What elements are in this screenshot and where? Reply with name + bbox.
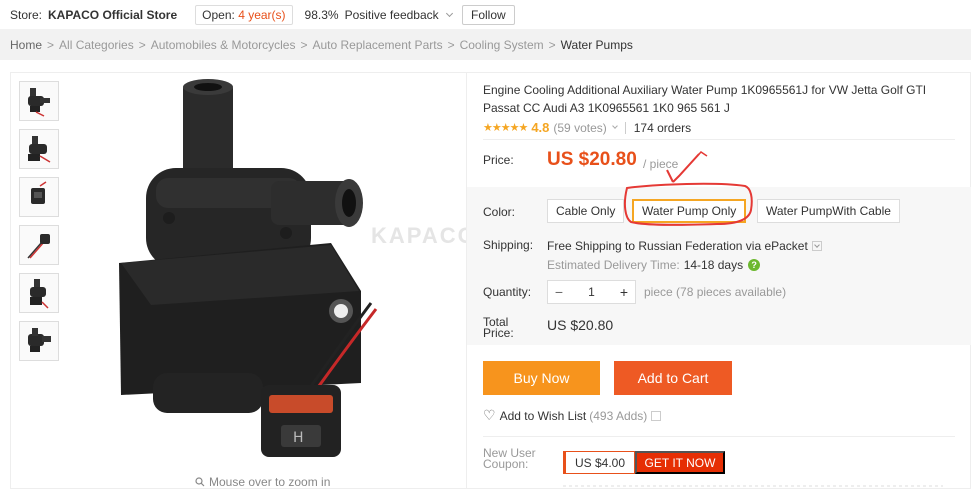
coupon-label-line2: Coupon: xyxy=(483,457,529,471)
breadcrumb-separator: > xyxy=(47,37,55,52)
shipping-label: Shipping: xyxy=(483,238,534,252)
product-gallery: H KAPACO Mouse over to zoom in xyxy=(10,72,475,489)
plus-icon[interactable]: + xyxy=(613,284,635,300)
minus-icon[interactable]: − xyxy=(548,284,570,300)
total-price-value: US $20.80 xyxy=(547,317,614,333)
watermark-text: KAPACO xyxy=(371,223,477,248)
store-bar: Store: KAPACO Official Store Open: 4 yea… xyxy=(0,0,971,29)
delivery-label: Estimated Delivery Time: xyxy=(547,258,680,272)
price-label: Price: xyxy=(483,153,514,167)
cable-thumbnail-image xyxy=(27,234,50,259)
breadcrumb-auto-parts[interactable]: Auto Replacement Parts xyxy=(313,38,443,52)
color-option-cable-only[interactable]: Cable Only xyxy=(547,199,625,223)
shipping-text: Free Shipping to Russian Federation via … xyxy=(547,239,808,253)
magnifier-icon xyxy=(195,477,205,487)
open-prefix: Open: xyxy=(202,7,235,22)
breadcrumb: Home > All Categories > Automobiles & Mo… xyxy=(0,29,971,60)
divider-line xyxy=(483,436,955,437)
total-label-line2: Price: xyxy=(483,326,514,340)
zoom-hint-text: Mouse over to zoom in xyxy=(209,475,331,489)
feedback-dropdown[interactable]: Positive feedback xyxy=(344,7,454,22)
breadcrumb-automobiles[interactable]: Automobiles & Motorcycles xyxy=(151,38,296,52)
thumbnail-connector[interactable] xyxy=(19,177,59,217)
coupon-label: New User Coupon: xyxy=(483,447,543,471)
orders-count: 174 orders xyxy=(633,120,692,135)
divider-line xyxy=(483,139,955,140)
wishlist-adds: (493 Adds) xyxy=(589,408,648,423)
quantity-label: Quantity: xyxy=(483,285,532,299)
rating-value: 4.8 xyxy=(531,120,550,135)
svg-text:H: H xyxy=(293,430,304,446)
follow-button[interactable]: Follow xyxy=(461,4,515,25)
store-name-link[interactable]: KAPACO Official Store xyxy=(48,8,177,22)
chevron-down-icon xyxy=(811,241,822,251)
wishlist-text: Add to Wish List xyxy=(499,408,587,423)
color-label: Color: xyxy=(483,205,516,219)
add-to-cart-button[interactable]: Add to Cart xyxy=(614,361,732,395)
store-label: Store: xyxy=(10,7,43,22)
coupon-amount: US $4.00 xyxy=(563,451,635,474)
shipping-option[interactable]: Free Shipping to Russian Federation via … xyxy=(547,239,822,253)
pump-thumbnail-image xyxy=(28,136,51,163)
buy-now-button[interactable]: Buy Now xyxy=(483,361,600,395)
star-rating-icon: ★★★★★ xyxy=(483,122,528,134)
thumbnail-strip xyxy=(19,81,59,369)
add-to-wishlist[interactable]: ♡ Add to Wish List (493 Adds) xyxy=(483,407,662,424)
pump-thumbnail-image xyxy=(28,328,51,352)
rating-divider xyxy=(624,121,626,134)
pump-thumbnail-image xyxy=(30,279,49,309)
breadcrumb-separator: > xyxy=(138,37,146,52)
pump-thumbnail-image xyxy=(28,88,50,117)
breadcrumb-separator: > xyxy=(548,37,556,52)
quantity-available: piece (78 pieces available) xyxy=(644,285,787,299)
chevron-down-icon xyxy=(445,9,454,17)
thumbnail-cable[interactable] xyxy=(19,225,59,265)
help-icon[interactable]: ? xyxy=(748,259,761,271)
quantity-stepper: − 1 + xyxy=(547,280,636,304)
main-product-image[interactable]: H xyxy=(71,73,466,473)
breadcrumb-separator: > xyxy=(447,37,455,52)
delivery-estimate: Estimated Delivery Time: 14-18 days ? xyxy=(547,258,761,272)
connector-thumbnail-image xyxy=(31,181,47,204)
dashed-separator xyxy=(563,485,943,487)
votes-link[interactable]: (59 votes) xyxy=(553,121,606,135)
rating-row: ★★★★★ 4.8 (59 votes) 174 orders xyxy=(483,120,691,135)
color-option-pump-with-cable[interactable]: Water PumpWith Cable xyxy=(757,199,900,223)
thumbnail-pump-4[interactable] xyxy=(19,321,59,361)
store-open-badge: Open: 4 year(s) xyxy=(195,4,293,25)
quantity-input[interactable]: 1 xyxy=(570,285,613,299)
feedback-percent: 98.3% xyxy=(304,7,339,22)
product-title: Engine Cooling Additional Auxiliary Wate… xyxy=(483,83,927,115)
product-details: Engine Cooling Additional Auxiliary Wate… xyxy=(466,72,971,489)
delivery-days: 14-18 days xyxy=(683,258,744,272)
chevron-down-icon[interactable] xyxy=(611,123,618,129)
breadcrumb-all-categories[interactable]: All Categories xyxy=(59,38,134,52)
thumbnail-pump-2[interactable] xyxy=(19,129,59,169)
breadcrumb-separator: > xyxy=(300,37,308,52)
zoom-hint: Mouse over to zoom in xyxy=(195,475,330,489)
breadcrumb-cooling-system[interactable]: Cooling System xyxy=(460,38,544,52)
red-annotation-mark xyxy=(623,151,753,226)
chevron-down-icon xyxy=(651,410,662,421)
heart-icon: ♡ xyxy=(483,407,496,423)
feedback-text: Positive feedback xyxy=(344,7,439,22)
get-coupon-button[interactable]: GET IT NOW xyxy=(635,451,725,474)
thumbnail-pump-1[interactable] xyxy=(19,81,59,121)
breadcrumb-water-pumps: Water Pumps xyxy=(560,37,633,52)
open-years: 4 year(s) xyxy=(238,7,286,22)
breadcrumb-home[interactable]: Home xyxy=(10,38,42,52)
thumbnail-pump-3[interactable] xyxy=(19,273,59,313)
total-price-label: Total Price: xyxy=(483,316,533,340)
